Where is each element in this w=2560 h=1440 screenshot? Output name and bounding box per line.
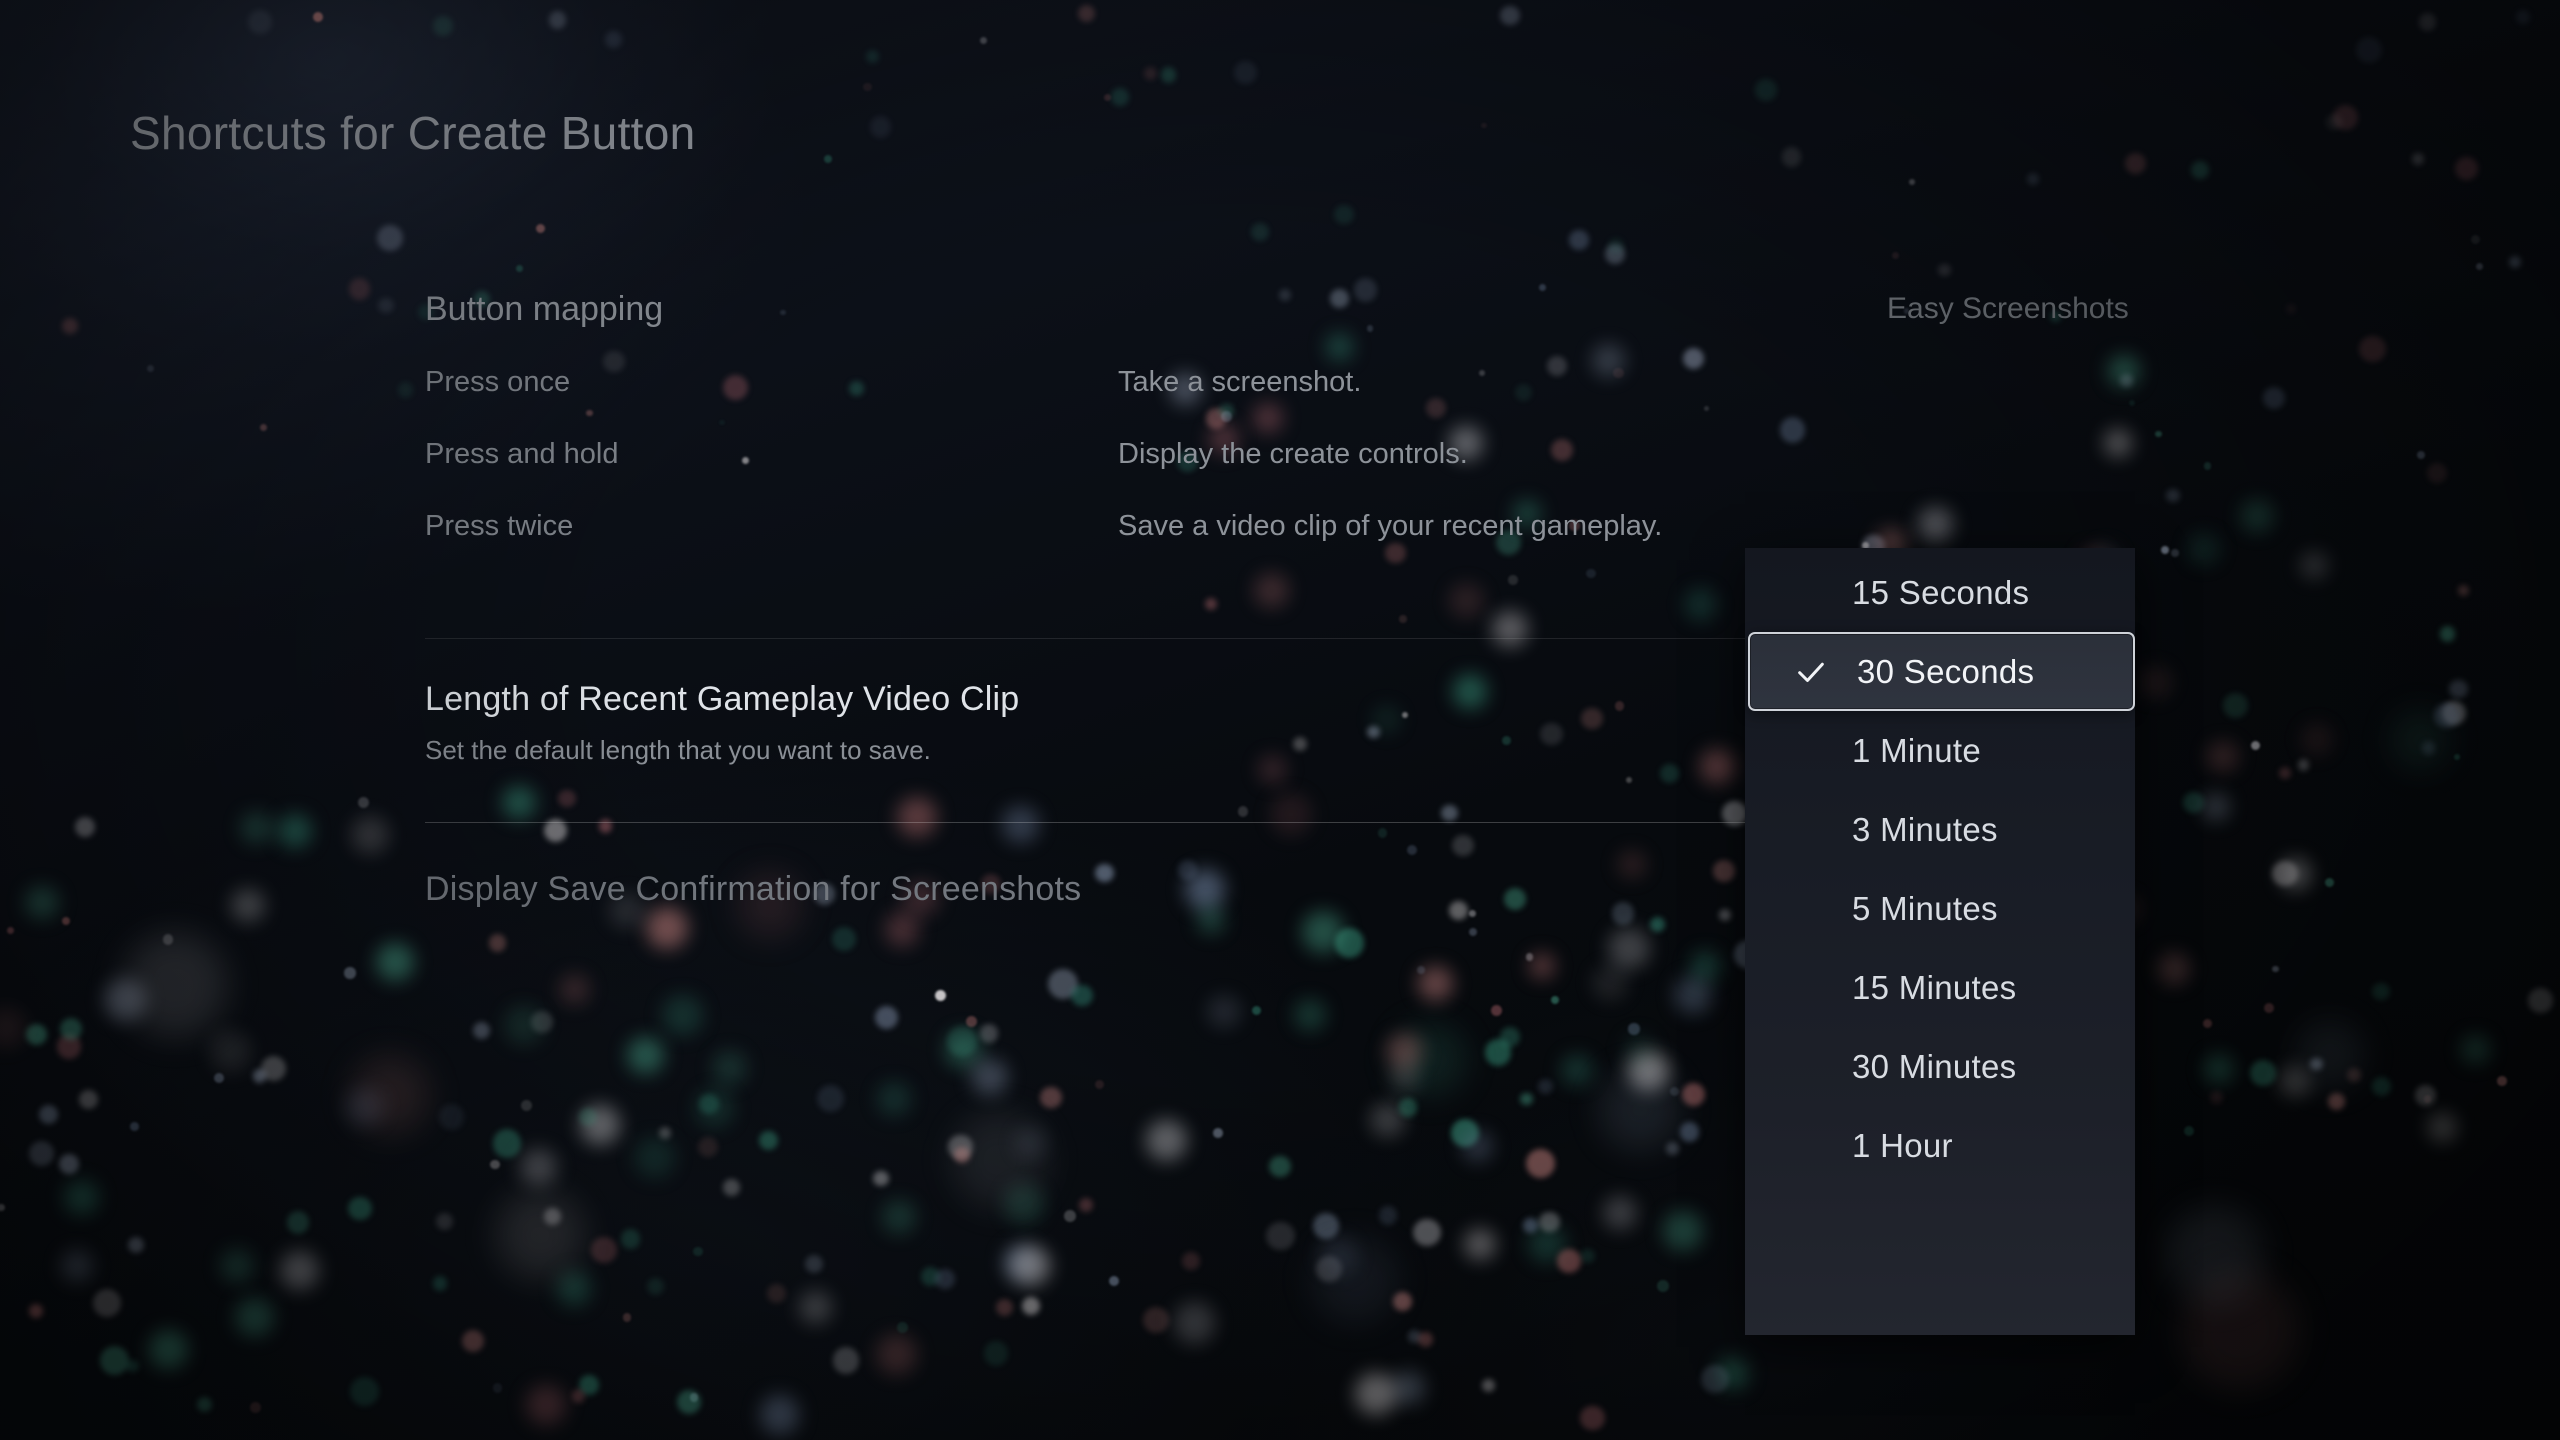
dropdown-option-label: 1 Hour: [1852, 1126, 1953, 1164]
setting-title: Length of Recent Gameplay Video Clip: [425, 680, 1020, 718]
dropdown-option[interactable]: 30 Minutes: [1745, 1027, 2135, 1106]
row-divider: [425, 822, 1745, 823]
dropdown-option-label: 30 Seconds: [1857, 652, 2035, 690]
dropdown-option[interactable]: 3 Minutes: [1745, 790, 2135, 869]
dropdown-option[interactable]: 15 Minutes: [1745, 948, 2135, 1027]
dropdown-option-label: 5 Minutes: [1852, 889, 1998, 927]
dropdown-option[interactable]: 15 Seconds: [1745, 553, 2135, 632]
setting-row-save-confirmation[interactable]: Display Save Confirmation for Screenshot…: [425, 870, 1081, 909]
dropdown-option[interactable]: 1 Minute: [1745, 711, 2135, 790]
setting-title: Display Save Confirmation for Screenshot…: [425, 870, 1082, 908]
dropdown-option[interactable]: 1 Hour: [1745, 1106, 2135, 1185]
mapping-key: Press once: [425, 366, 571, 398]
section-divider: [425, 638, 1745, 639]
dropdown-option-label: 3 Minutes: [1852, 810, 1998, 848]
mapping-key: Press twice: [425, 510, 574, 542]
mapping-value: Save a video clip of your recent gamepla…: [1118, 510, 1663, 542]
setting-row-clip-length[interactable]: Length of Recent Gameplay Video Clip Set…: [425, 680, 1019, 766]
check-icon: [1794, 655, 1828, 689]
dropdown-option[interactable]: 5 Minutes: [1745, 869, 2135, 948]
ps5-settings-screen: Shortcuts for Create Button Button mappi…: [0, 0, 2560, 1440]
setting-subtitle: Set the default length that you want to …: [425, 735, 931, 765]
mapping-value: Take a screenshot.: [1118, 366, 1362, 398]
page-title: Shortcuts for Create Button: [130, 107, 696, 159]
dropdown-option-label: 1 Minute: [1852, 731, 1981, 769]
button-mapping-preset-value[interactable]: Easy Screenshots: [1887, 292, 2129, 326]
dropdown-option-selected[interactable]: 30 Seconds: [1748, 632, 2135, 711]
dropdown-option-label: 15 Minutes: [1852, 968, 2017, 1006]
dropdown-option-label: 30 Minutes: [1852, 1047, 2017, 1085]
mapping-key: Press and hold: [425, 438, 619, 470]
button-mapping-label: Button mapping: [425, 290, 664, 328]
content-area: Shortcuts for Create Button Button mappi…: [0, 0, 2560, 1440]
dropdown-option-list: 15 Seconds 30 Seconds 1 Minute 3 Minutes 5 M…: [1745, 548, 2135, 1335]
dropdown-option-label: 15 Seconds: [1852, 573, 2030, 611]
mapping-value: Display the create controls.: [1118, 438, 1468, 470]
clip-length-dropdown[interactable]: 15 Seconds 30 Seconds 1 Minute 3 Minutes 5 M…: [1745, 548, 2135, 1335]
